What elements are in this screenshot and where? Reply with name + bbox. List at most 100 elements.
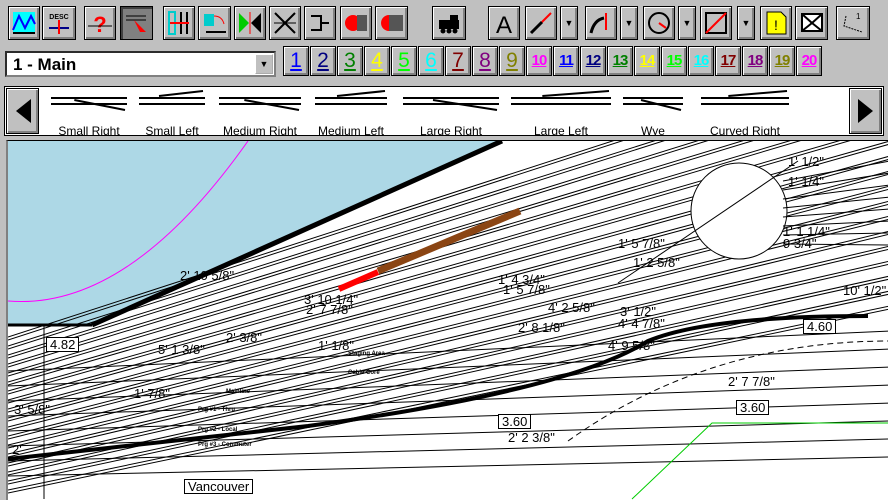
dimension-label: 2' xyxy=(12,442,22,457)
palette-item[interactable]: Large Left xyxy=(505,89,617,135)
chevron-down-icon[interactable]: ▼ xyxy=(255,54,273,74)
dimension-label: 2' 2 3/8" xyxy=(508,430,555,445)
rectangle-icon xyxy=(705,12,727,34)
layer-button-15[interactable]: 15 xyxy=(661,46,687,76)
text-button[interactable]: A xyxy=(488,6,520,40)
svg-text:!: ! xyxy=(774,17,778,33)
layer-button-16[interactable]: 16 xyxy=(688,46,714,76)
curve-icon xyxy=(589,13,607,34)
layout-canvas[interactable]: 2' 10 5/8" 3' 10 1/4" 2' 7 7/8" 4.82 5' 1 3/… xyxy=(6,140,888,500)
draw-line-button[interactable] xyxy=(525,6,557,40)
layer-button-19[interactable]: 19 xyxy=(769,46,795,76)
draw-rect-dropdown[interactable]: ▼ xyxy=(737,6,755,40)
signal-red-button[interactable] xyxy=(340,6,372,40)
layer-button-14[interactable]: 14 xyxy=(634,46,660,76)
palette-item[interactable]: Medium Right xyxy=(213,89,307,135)
draw-rect-button[interactable] xyxy=(700,6,732,40)
question-track-icon: ? xyxy=(88,12,112,36)
draw-curve-dropdown[interactable]: ▼ xyxy=(620,6,638,40)
layer-button-7[interactable]: 7 xyxy=(445,46,471,76)
bumper-button[interactable] xyxy=(304,6,336,40)
dimension-label: 1' 1/4" xyxy=(788,174,825,189)
track xyxy=(8,456,888,477)
palette-item-label: Small Left xyxy=(145,124,199,135)
select-track-button[interactable] xyxy=(120,6,153,40)
palette-item-label: Small Right xyxy=(58,124,120,135)
palette-scroll-right[interactable] xyxy=(849,88,882,134)
siding-label: Prg #2 - Local xyxy=(198,427,238,433)
dimension-icon xyxy=(800,13,823,32)
track-plan-drawing[interactable] xyxy=(8,141,888,500)
town-label: Vancouver xyxy=(184,479,254,494)
palette-item[interactable]: Curved Right xyxy=(695,89,795,135)
description-button[interactable]: DESC xyxy=(42,6,76,40)
dimension-label: 2' 3/8" xyxy=(226,330,263,345)
join-track-button[interactable] xyxy=(163,6,195,40)
layer-button-13[interactable]: 13 xyxy=(607,46,633,76)
palette-scroll-left[interactable] xyxy=(6,88,39,134)
draw-line-dropdown[interactable]: ▼ xyxy=(560,6,578,40)
dimension-label: 1' 1 1/4" xyxy=(783,224,830,239)
palette-item-label: Wye xyxy=(641,124,665,135)
svg-text:A: A xyxy=(496,12,512,36)
palette-item[interactable]: Small Right xyxy=(45,89,133,135)
layer-button-12[interactable]: 12 xyxy=(580,46,606,76)
layer-button-18[interactable]: 18 xyxy=(742,46,768,76)
layer-button-5[interactable]: 5 xyxy=(391,46,417,76)
draw-circle-button[interactable] xyxy=(643,6,675,40)
layer-button-1[interactable]: 1 xyxy=(283,46,309,76)
layer-button-17[interactable]: 17 xyxy=(715,46,741,76)
misc-button[interactable]: 1 xyxy=(836,6,870,40)
signal-icon xyxy=(345,15,367,31)
dimension-label: 4' 9 5/8" xyxy=(608,338,655,353)
layer-button-2[interactable]: 2 xyxy=(310,46,336,76)
palette-item[interactable]: Large Right xyxy=(397,89,505,135)
note-button[interactable]: ! xyxy=(760,6,792,40)
join-track-icon xyxy=(168,11,189,35)
locomotive xyxy=(337,269,380,292)
layer-select[interactable]: 1 - Main ▼ xyxy=(5,51,276,77)
flex-track-icon xyxy=(203,14,226,33)
layer-button-6[interactable]: 6 xyxy=(418,46,444,76)
ruler-button[interactable] xyxy=(795,6,828,40)
flex-track-button[interactable] xyxy=(198,6,231,40)
palette-item-label: Large Left xyxy=(533,124,589,135)
note-icon: ! xyxy=(766,11,787,35)
layer-button-9[interactable]: 9 xyxy=(499,46,525,76)
split-icon xyxy=(239,12,261,34)
turnout-icon xyxy=(623,97,683,111)
layer-button-10[interactable]: 10 xyxy=(526,46,552,76)
train-button[interactable] xyxy=(432,6,466,40)
select-arrow-icon xyxy=(125,15,146,32)
bumper-icon xyxy=(311,15,329,31)
desc-icon: DESC xyxy=(49,14,69,34)
layer-button-11[interactable]: 11 xyxy=(553,46,579,76)
dimension-label: 5' 1 3/8" xyxy=(158,342,205,357)
layer-button-4[interactable]: 4 xyxy=(364,46,390,76)
elevation-profile-button[interactable] xyxy=(8,6,40,40)
siding-label: Staging Area xyxy=(348,351,385,357)
dimension-label: 1' 2 5/8" xyxy=(633,255,680,270)
dimension-label: 1' 1/2" xyxy=(788,154,825,169)
dimension-label: 10' 1/2" xyxy=(843,283,887,298)
palette-item[interactable]: Small Left xyxy=(133,89,211,135)
svg-text:1: 1 xyxy=(856,12,861,21)
layer-button-3[interactable]: 3 xyxy=(337,46,363,76)
layer-button-20[interactable]: 20 xyxy=(796,46,822,76)
palette-item[interactable]: Medium Left xyxy=(309,89,393,135)
turntable xyxy=(690,162,788,260)
siding-label: Prg #1 - Thru xyxy=(198,407,236,413)
split-track-button[interactable] xyxy=(234,6,266,40)
dimension-label: 4.82 xyxy=(46,337,80,352)
palette-item[interactable]: Wye xyxy=(617,89,689,135)
turnout-icon xyxy=(139,90,205,105)
draw-circle-dropdown[interactable]: ▼ xyxy=(678,6,696,40)
draw-curve-button[interactable] xyxy=(585,6,617,40)
dimension-label: 4.60 xyxy=(803,319,837,334)
layer-button-8[interactable]: 8 xyxy=(472,46,498,76)
track-palette: Small Right Small Left Medium Right Medium … xyxy=(4,86,884,136)
disconnect-track-button[interactable] xyxy=(269,6,301,40)
signal-half-button[interactable] xyxy=(375,6,408,40)
signal-half-icon xyxy=(380,15,403,31)
track-help-button[interactable]: ? xyxy=(84,6,116,40)
